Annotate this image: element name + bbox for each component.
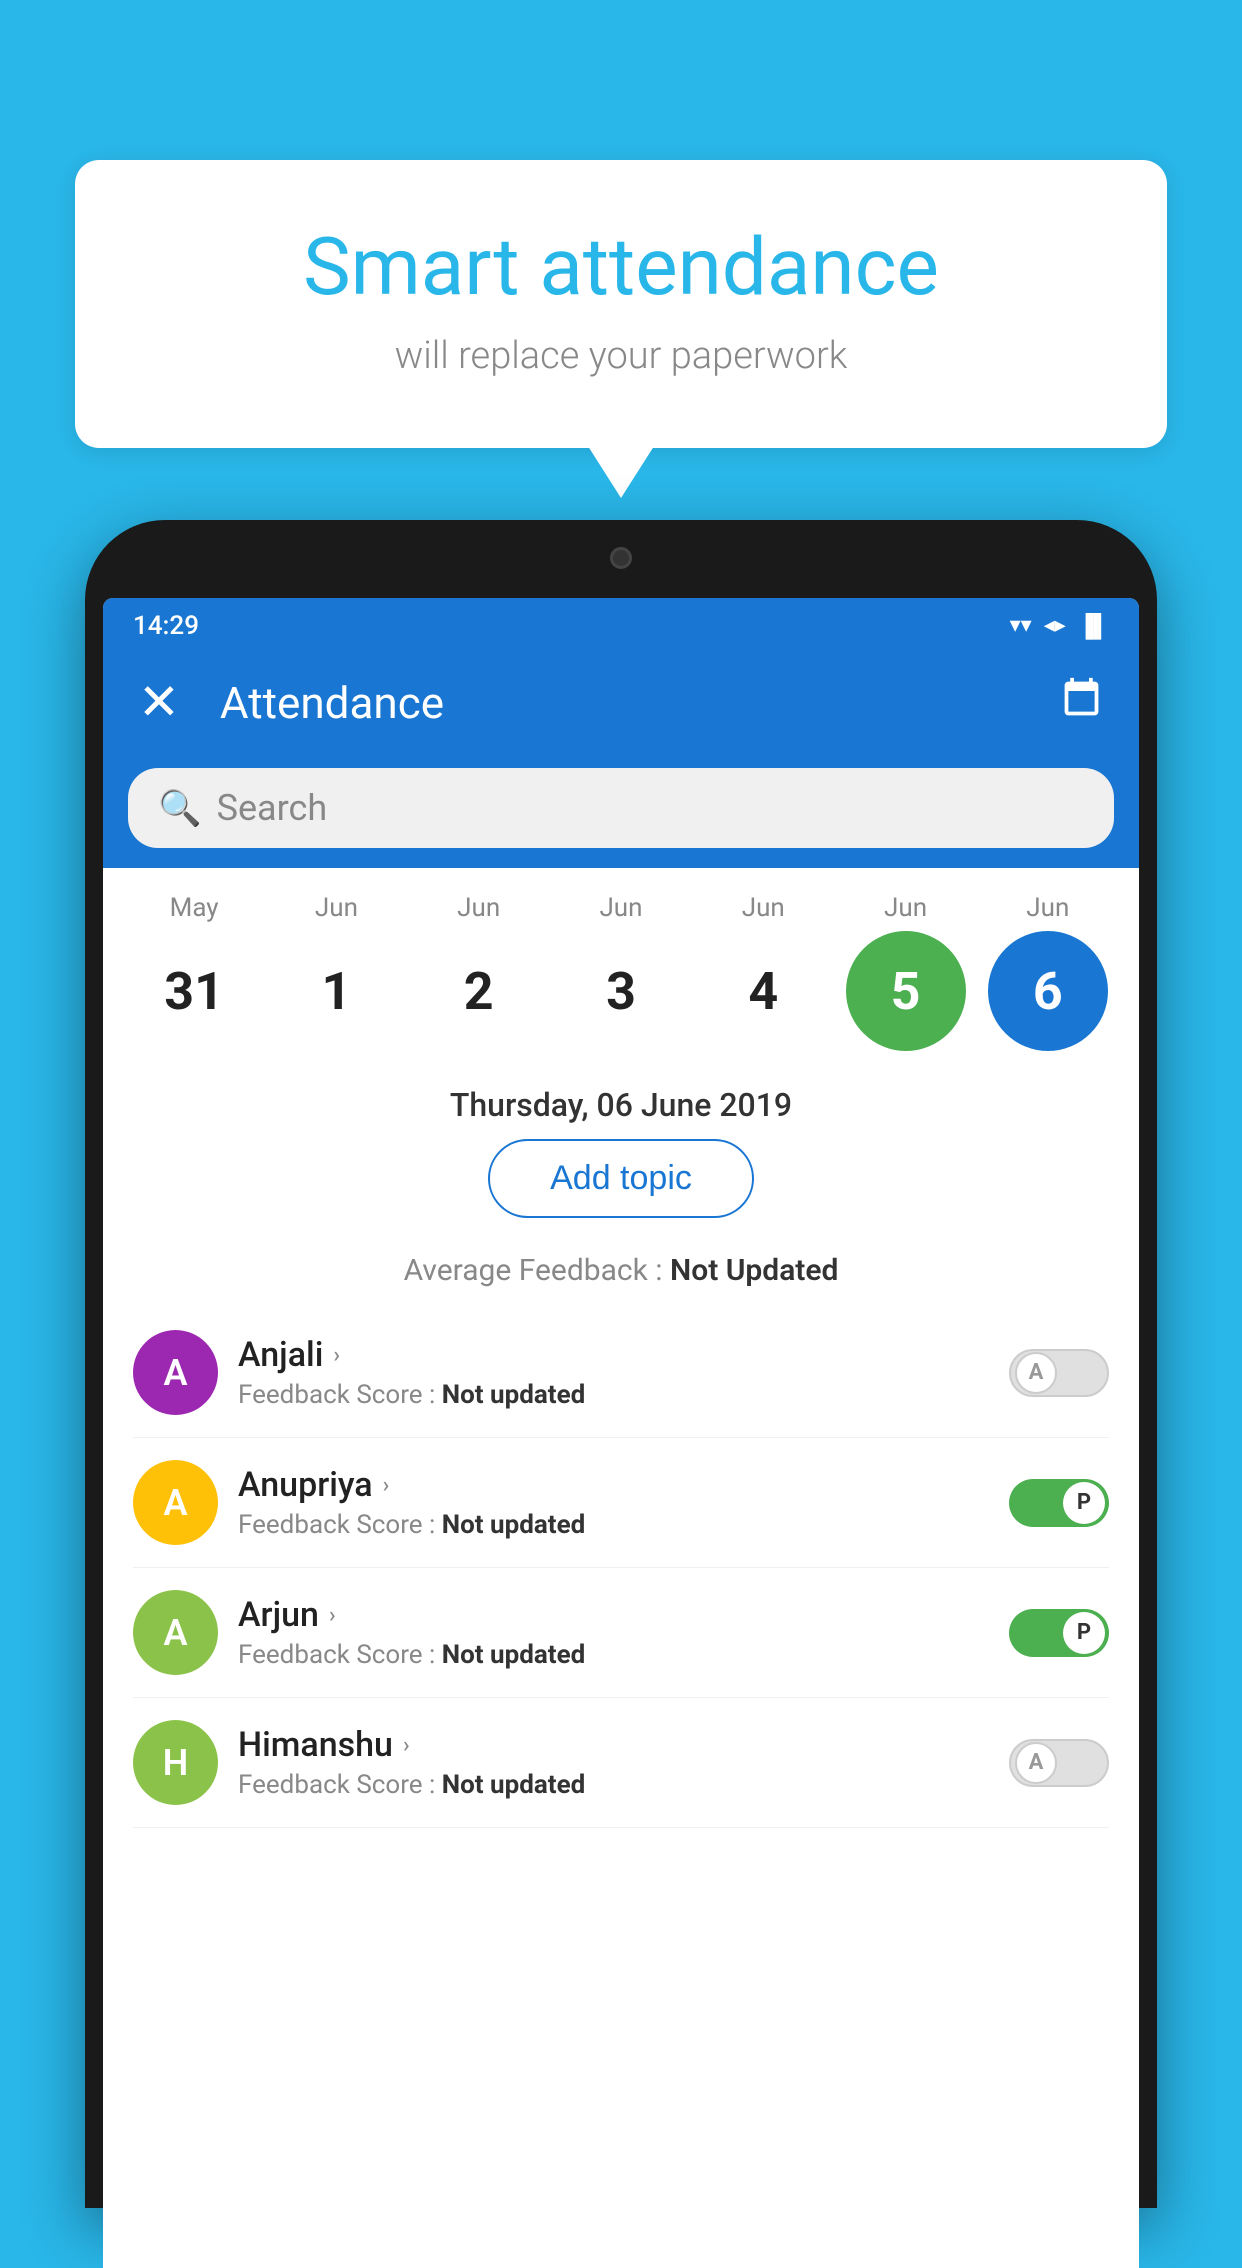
phone-frame: 14:29 ▾▾ ◂▸ ▐▌ ✕ Attendance 🔍 Search <box>85 520 1157 2208</box>
add-topic-button[interactable]: Add topic <box>488 1139 754 1218</box>
close-button[interactable]: ✕ <box>138 678 180 728</box>
month-row: May Jun Jun Jun Jun Jun Jun <box>123 893 1119 923</box>
avatar-anupriya: A <box>133 1460 218 1545</box>
calendar-section: May Jun Jun Jun Jun Jun Jun 31 1 2 3 4 5… <box>103 868 1139 1066</box>
phone-camera <box>610 547 632 569</box>
student-info-anupriya: Anupriya › Feedback Score : Not updated <box>238 1465 989 1540</box>
search-bar-container: 🔍 Search <box>103 753 1139 868</box>
month-4: Jun <box>703 893 823 923</box>
search-placeholder: Search <box>217 787 328 829</box>
app-bar: ✕ Attendance <box>103 653 1139 753</box>
month-3: Jun <box>561 893 681 923</box>
toggle-circle-anupriya: P <box>1063 1482 1105 1524</box>
signal-icon: ◂▸ <box>1044 613 1066 638</box>
student-list: A Anjali › Feedback Score : Not updated … <box>103 1308 1139 1828</box>
student-item-anupriya[interactable]: A Anupriya › Feedback Score : Not update… <box>133 1438 1109 1568</box>
date-5-today[interactable]: 5 <box>846 931 966 1051</box>
feedback-anjali: Feedback Score : Not updated <box>238 1380 989 1410</box>
feedback-himanshu: Feedback Score : Not updated <box>238 1770 989 1800</box>
avatar-himanshu: H <box>133 1720 218 1805</box>
month-6: Jun <box>988 893 1108 923</box>
date-31[interactable]: 31 <box>134 931 254 1051</box>
speech-bubble: Smart attendance will replace your paper… <box>75 160 1167 448</box>
date-3[interactable]: 3 <box>561 931 681 1051</box>
student-item-anjali[interactable]: A Anjali › Feedback Score : Not updated … <box>133 1308 1109 1438</box>
status-icons: ▾▾ ◂▸ ▐▌ <box>1010 613 1109 639</box>
battery-icon: ▐▌ <box>1078 613 1109 639</box>
toggle-arjun[interactable]: P <box>1009 1609 1109 1657</box>
search-icon: 🔍 <box>158 788 202 829</box>
speech-bubble-container: Smart attendance will replace your paper… <box>75 160 1167 448</box>
date-2[interactable]: 2 <box>419 931 539 1051</box>
avatar-arjun: A <box>133 1590 218 1675</box>
toggle-anjali[interactable]: A <box>1009 1349 1109 1397</box>
bubble-title: Smart attendance <box>155 220 1087 314</box>
date-1[interactable]: 1 <box>276 931 396 1051</box>
avatar-anjali: A <box>133 1330 218 1415</box>
phone-notch-area <box>103 538 1139 598</box>
date-4[interactable]: 4 <box>703 931 823 1051</box>
student-item-himanshu[interactable]: H Himanshu › Feedback Score : Not update… <box>133 1698 1109 1828</box>
toggle-circle-himanshu: A <box>1015 1742 1057 1784</box>
chevron-himanshu: › <box>403 1733 410 1758</box>
bubble-subtitle: will replace your paperwork <box>155 334 1087 378</box>
feedback-anupriya: Feedback Score : Not updated <box>238 1510 989 1540</box>
search-bar[interactable]: 🔍 Search <box>128 768 1114 848</box>
calendar-button[interactable] <box>1059 676 1104 731</box>
feedback-arjun: Feedback Score : Not updated <box>238 1640 989 1670</box>
chevron-anupriya: › <box>383 1473 390 1498</box>
month-1: Jun <box>276 893 396 923</box>
month-5: Jun <box>846 893 966 923</box>
wifi-icon: ▾▾ <box>1010 613 1032 638</box>
toggle-circle-arjun: P <box>1063 1612 1105 1654</box>
chevron-anjali: › <box>333 1343 340 1368</box>
date-6-selected[interactable]: 6 <box>988 931 1108 1051</box>
avg-feedback-value: Not Updated <box>670 1253 838 1288</box>
status-time: 14:29 <box>133 611 199 641</box>
month-0: May <box>134 893 254 923</box>
app-title: Attendance <box>220 677 1029 729</box>
student-name-anjali: Anjali › <box>238 1335 989 1375</box>
date-row: 31 1 2 3 4 5 6 <box>123 931 1119 1051</box>
toggle-anupriya[interactable]: P <box>1009 1479 1109 1527</box>
student-info-himanshu: Himanshu › Feedback Score : Not updated <box>238 1725 989 1800</box>
student-name-arjun: Arjun › <box>238 1595 989 1635</box>
status-bar: 14:29 ▾▾ ◂▸ ▐▌ <box>103 598 1139 653</box>
student-info-anjali: Anjali › Feedback Score : Not updated <box>238 1335 989 1410</box>
student-name-himanshu: Himanshu › <box>238 1725 989 1765</box>
chevron-arjun: › <box>329 1603 336 1628</box>
phone-notch <box>571 538 671 578</box>
avg-feedback-label: Average Feedback : <box>404 1253 670 1288</box>
phone-screen: 14:29 ▾▾ ◂▸ ▐▌ ✕ Attendance 🔍 Search <box>103 598 1139 2268</box>
average-feedback: Average Feedback : Not Updated <box>103 1253 1139 1298</box>
student-name-anupriya: Anupriya › <box>238 1465 989 1505</box>
student-info-arjun: Arjun › Feedback Score : Not updated <box>238 1595 989 1670</box>
selected-date-label: Thursday, 06 June 2019 <box>103 1066 1139 1139</box>
toggle-circle-anjali: A <box>1015 1352 1057 1394</box>
month-2: Jun <box>419 893 539 923</box>
toggle-himanshu[interactable]: A <box>1009 1739 1109 1787</box>
student-item-arjun[interactable]: A Arjun › Feedback Score : Not updated P <box>133 1568 1109 1698</box>
